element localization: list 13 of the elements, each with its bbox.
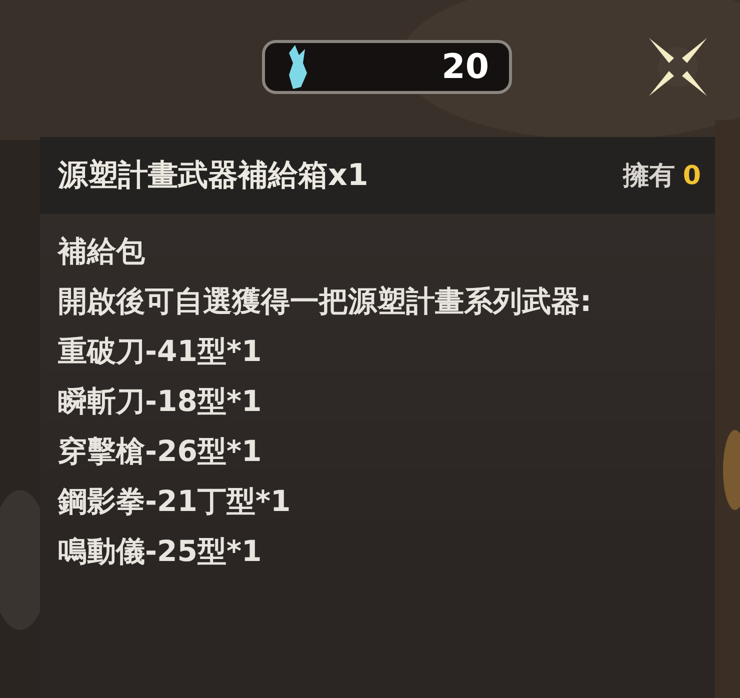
content-entry: 穿擊槍-26型*1 <box>58 433 263 470</box>
content-entry: 鋼影拳-21丁型*1 <box>58 483 292 520</box>
currency-amount: 20 <box>442 47 489 87</box>
content-entry: 重破刀-41型*1 <box>58 333 263 370</box>
crystal-icon <box>287 43 309 91</box>
content-entry: 鳴動儀-25型*1 <box>58 533 263 570</box>
close-button[interactable] <box>646 35 710 99</box>
owned-label: 擁有 <box>622 160 675 193</box>
item-description: 開啟後可自選獲得一把源塑計畫系列武器: <box>58 283 593 320</box>
item-type: 補給包 <box>58 233 146 270</box>
content-entry: 瞬斬刀-18型*1 <box>58 383 263 420</box>
item-title: 源塑計畫武器補給箱x1 <box>58 157 368 195</box>
owned-count: 0 <box>682 160 701 190</box>
